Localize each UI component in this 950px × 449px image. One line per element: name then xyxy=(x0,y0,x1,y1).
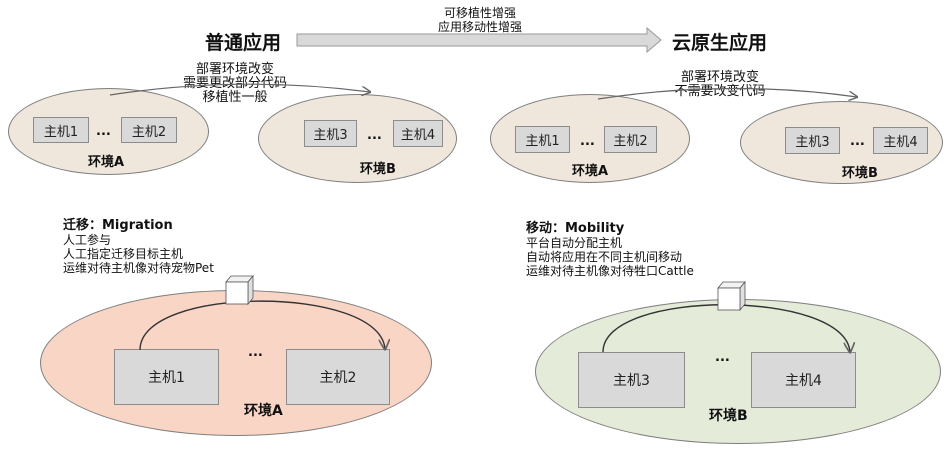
cube-icon xyxy=(225,274,254,306)
curved-arrow-right xyxy=(597,87,857,99)
diagram-connectors xyxy=(109,26,950,449)
curved-arrow-left xyxy=(109,83,370,95)
migration-arrow xyxy=(139,300,385,350)
mobility-arrow xyxy=(602,304,850,352)
cube-icon xyxy=(717,280,746,312)
progress-arrow xyxy=(296,26,662,54)
